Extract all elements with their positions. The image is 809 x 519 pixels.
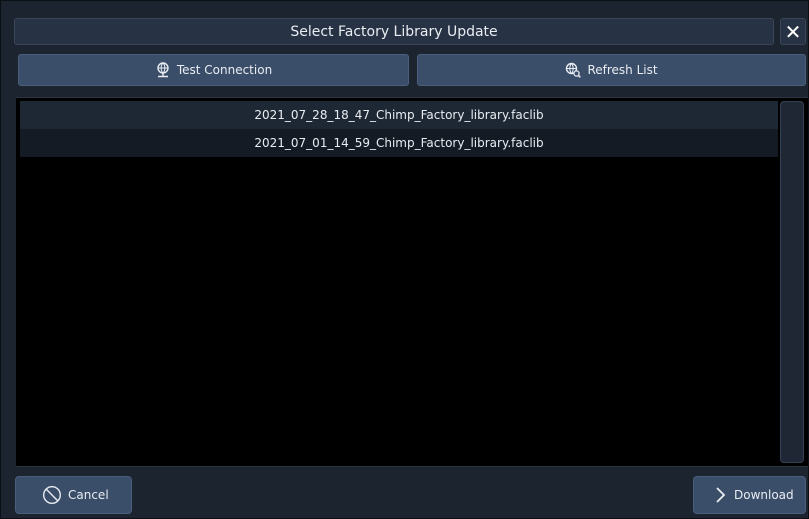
cancel-label: Cancel xyxy=(68,488,109,502)
download-label: Download xyxy=(734,488,794,502)
close-button[interactable]: ✕ xyxy=(780,18,806,45)
list-item[interactable]: 2021_07_28_18_47_Chimp_Factory_library.f… xyxy=(20,101,778,129)
globe-search-icon xyxy=(566,62,582,78)
vertical-scrollbar[interactable] xyxy=(780,101,804,463)
close-icon: ✕ xyxy=(784,19,802,44)
test-connection-button[interactable]: Test Connection xyxy=(18,54,409,86)
dialog-title: Select Factory Library Update xyxy=(290,23,498,40)
test-connection-label: Test Connection xyxy=(176,63,273,77)
cancel-circle-icon xyxy=(42,485,62,505)
list-item-label: 2021_07_01_14_59_Chimp_Factory_library.f… xyxy=(254,136,544,150)
file-list: 2021_07_28_18_47_Chimp_Factory_library.f… xyxy=(20,101,778,157)
network-globe-icon xyxy=(157,62,169,78)
cancel-button[interactable]: Cancel xyxy=(15,476,132,514)
list-item[interactable]: 2021_07_01_14_59_Chimp_Factory_library.f… xyxy=(20,129,778,157)
list-item-label: 2021_07_28_18_47_Chimp_Factory_library.f… xyxy=(254,108,544,122)
refresh-list-label: Refresh List xyxy=(587,63,658,77)
factory-library-dialog: Select Factory Library Update ✕ Test Con… xyxy=(0,0,809,519)
file-list-area: 2021_07_28_18_47_Chimp_Factory_library.f… xyxy=(16,97,808,467)
download-button[interactable]: Download xyxy=(693,476,806,514)
dialog-titlebar: Select Factory Library Update xyxy=(14,18,774,45)
chevron-right-icon xyxy=(716,487,726,503)
refresh-list-button[interactable]: Refresh List xyxy=(417,54,806,86)
